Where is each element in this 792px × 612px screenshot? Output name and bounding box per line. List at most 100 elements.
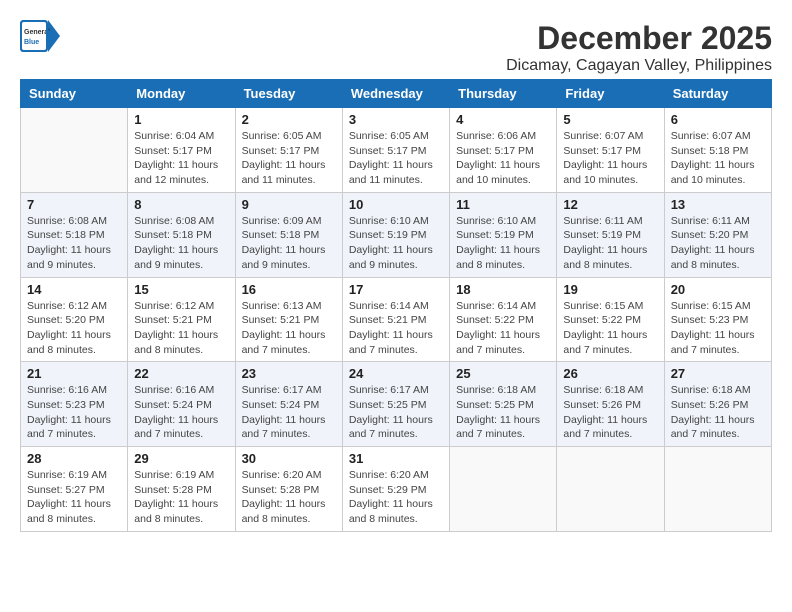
- day-info: Sunrise: 6:16 AMSunset: 5:24 PMDaylight:…: [134, 383, 228, 442]
- calendar-header-wednesday: Wednesday: [342, 80, 449, 108]
- day-number: 11: [456, 197, 550, 212]
- calendar-header-friday: Friday: [557, 80, 664, 108]
- calendar-cell: 4Sunrise: 6:06 AMSunset: 5:17 PMDaylight…: [450, 108, 557, 193]
- day-info: Sunrise: 6:09 AMSunset: 5:18 PMDaylight:…: [242, 214, 336, 273]
- calendar-cell: 26 Sunrise: 6:18 AMSunset: 5:26 PMDayligh…: [557, 362, 664, 447]
- day-number: 27: [671, 366, 765, 381]
- day-number: 12: [563, 197, 657, 212]
- calendar-header-sunday: Sunday: [21, 80, 128, 108]
- calendar-cell: 9 Sunrise: 6:09 AMSunset: 5:18 PMDaylight…: [235, 192, 342, 277]
- day-info: Sunrise: 6:20 AMSunset: 5:28 PMDaylight:…: [242, 468, 336, 527]
- day-info: Sunrise: 6:20 AMSunset: 5:29 PMDaylight:…: [349, 468, 443, 527]
- day-number: 6: [671, 112, 765, 127]
- day-number: 5: [563, 112, 657, 127]
- day-number: 20: [671, 282, 765, 297]
- month-title: December 2025: [506, 20, 772, 57]
- day-info: Sunrise: 6:13 AMSunset: 5:21 PMDaylight:…: [242, 299, 336, 358]
- day-number: 1: [134, 112, 228, 127]
- calendar-cell: 25 Sunrise: 6:18 AMSunset: 5:25 PMDayligh…: [450, 362, 557, 447]
- calendar-cell: 12 Sunrise: 6:11 AMSunset: 5:19 PMDayligh…: [557, 192, 664, 277]
- day-info: Sunrise: 6:05 AMSunset: 5:17 PMDaylight:…: [242, 129, 336, 188]
- day-number: 23: [242, 366, 336, 381]
- day-info: Sunrise: 6:15 AMSunset: 5:22 PMDaylight:…: [563, 299, 657, 358]
- calendar-cell: 19 Sunrise: 6:15 AMSunset: 5:22 PMDayligh…: [557, 277, 664, 362]
- calendar-header-saturday: Saturday: [664, 80, 771, 108]
- title-area: December 2025 Dicamay, Cagayan Valley, P…: [506, 20, 772, 75]
- day-number: 31: [349, 451, 443, 466]
- day-number: 10: [349, 197, 443, 212]
- day-number: 26: [563, 366, 657, 381]
- day-info: Sunrise: 6:17 AMSunset: 5:24 PMDaylight:…: [242, 383, 336, 442]
- day-info: Sunrise: 6:10 AMSunset: 5:19 PMDaylight:…: [349, 214, 443, 273]
- calendar-cell: 8 Sunrise: 6:08 AMSunset: 5:18 PMDaylight…: [128, 192, 235, 277]
- calendar-cell: 17Sunrise: 6:14 AMSunset: 5:21 PMDayligh…: [342, 277, 449, 362]
- day-info: Sunrise: 6:19 AMSunset: 5:27 PMDaylight:…: [27, 468, 121, 527]
- calendar-cell: 14 Sunrise: 6:12 AMSunset: 5:20 PMDayligh…: [21, 277, 128, 362]
- calendar-cell: [557, 447, 664, 532]
- day-info: Sunrise: 6:12 AMSunset: 5:21 PMDaylight:…: [134, 299, 228, 358]
- calendar-cell: 22 Sunrise: 6:16 AMSunset: 5:24 PMDayligh…: [128, 362, 235, 447]
- day-info: Sunrise: 6:15 AMSunset: 5:23 PMDaylight:…: [671, 299, 765, 358]
- day-info: Sunrise: 6:06 AMSunset: 5:17 PMDaylight:…: [456, 129, 550, 188]
- day-info: Sunrise: 6:07 AMSunset: 5:18 PMDaylight:…: [671, 129, 765, 188]
- day-number: 8: [134, 197, 228, 212]
- calendar-cell: 6 Sunrise: 6:07 AMSunset: 5:18 PMDaylight…: [664, 108, 771, 193]
- calendar-week-4: 21Sunrise: 6:16 AMSunset: 5:23 PMDayligh…: [21, 362, 772, 447]
- calendar-cell: 30 Sunrise: 6:20 AMSunset: 5:28 PMDayligh…: [235, 447, 342, 532]
- day-info: Sunrise: 6:17 AMSunset: 5:25 PMDaylight:…: [349, 383, 443, 442]
- day-info: Sunrise: 6:16 AMSunset: 5:23 PMDaylight:…: [27, 383, 121, 442]
- calendar-cell: 7 Sunrise: 6:08 AMSunset: 5:18 PMDaylight…: [21, 192, 128, 277]
- day-number: 16: [242, 282, 336, 297]
- calendar-cell: 11Sunrise: 6:10 AMSunset: 5:19 PMDayligh…: [450, 192, 557, 277]
- calendar-cell: 18 Sunrise: 6:14 AMSunset: 5:22 PMDayligh…: [450, 277, 557, 362]
- day-info: Sunrise: 6:08 AMSunset: 5:18 PMDaylight:…: [27, 214, 121, 273]
- calendar-header-monday: Monday: [128, 80, 235, 108]
- calendar-cell: 15 Sunrise: 6:12 AMSunset: 5:21 PMDayligh…: [128, 277, 235, 362]
- day-number: 3: [349, 112, 443, 127]
- day-number: 25: [456, 366, 550, 381]
- day-info: Sunrise: 6:12 AMSunset: 5:20 PMDaylight:…: [27, 299, 121, 358]
- calendar-cell: 1 Sunrise: 6:04 AMSunset: 5:17 PMDaylight…: [128, 108, 235, 193]
- calendar-cell: 29 Sunrise: 6:19 AMSunset: 5:28 PMDayligh…: [128, 447, 235, 532]
- calendar-cell: 5 Sunrise: 6:07 AMSunset: 5:17 PMDaylight…: [557, 108, 664, 193]
- calendar-week-5: 28 Sunrise: 6:19 AMSunset: 5:27 PMDayligh…: [21, 447, 772, 532]
- calendar-week-2: 7 Sunrise: 6:08 AMSunset: 5:18 PMDaylight…: [21, 192, 772, 277]
- day-info: Sunrise: 6:05 AMSunset: 5:17 PMDaylight:…: [349, 129, 443, 188]
- day-number: 2: [242, 112, 336, 127]
- calendar-cell: [450, 447, 557, 532]
- calendar-cell: 16 Sunrise: 6:13 AMSunset: 5:21 PMDayligh…: [235, 277, 342, 362]
- calendar-header-thursday: Thursday: [450, 80, 557, 108]
- day-info: Sunrise: 6:19 AMSunset: 5:28 PMDaylight:…: [134, 468, 228, 527]
- day-info: Sunrise: 6:18 AMSunset: 5:25 PMDaylight:…: [456, 383, 550, 442]
- calendar: SundayMondayTuesdayWednesdayThursdayFrid…: [20, 79, 772, 532]
- calendar-cell: 21Sunrise: 6:16 AMSunset: 5:23 PMDayligh…: [21, 362, 128, 447]
- day-number: 14: [27, 282, 121, 297]
- day-number: 9: [242, 197, 336, 212]
- calendar-cell: 2 Sunrise: 6:05 AMSunset: 5:17 PMDaylight…: [235, 108, 342, 193]
- calendar-cell: 27Sunrise: 6:18 AMSunset: 5:26 PMDayligh…: [664, 362, 771, 447]
- day-info: Sunrise: 6:14 AMSunset: 5:22 PMDaylight:…: [456, 299, 550, 358]
- day-info: Sunrise: 6:08 AMSunset: 5:18 PMDaylight:…: [134, 214, 228, 273]
- day-number: 15: [134, 282, 228, 297]
- day-number: 19: [563, 282, 657, 297]
- day-number: 30: [242, 451, 336, 466]
- calendar-header-tuesday: Tuesday: [235, 80, 342, 108]
- day-number: 17: [349, 282, 443, 297]
- day-info: Sunrise: 6:07 AMSunset: 5:17 PMDaylight:…: [563, 129, 657, 188]
- day-info: Sunrise: 6:04 AMSunset: 5:17 PMDaylight:…: [134, 129, 228, 188]
- day-number: 24: [349, 366, 443, 381]
- day-info: Sunrise: 6:11 AMSunset: 5:20 PMDaylight:…: [671, 214, 765, 273]
- day-number: 7: [27, 197, 121, 212]
- day-number: 29: [134, 451, 228, 466]
- day-number: 22: [134, 366, 228, 381]
- day-number: 13: [671, 197, 765, 212]
- calendar-cell: [664, 447, 771, 532]
- svg-text:Blue: Blue: [24, 39, 39, 46]
- day-info: Sunrise: 6:11 AMSunset: 5:19 PMDaylight:…: [563, 214, 657, 273]
- subtitle: Dicamay, Cagayan Valley, Philippines: [506, 57, 772, 75]
- day-number: 28: [27, 451, 121, 466]
- calendar-cell: 23 Sunrise: 6:17 AMSunset: 5:24 PMDayligh…: [235, 362, 342, 447]
- day-number: 18: [456, 282, 550, 297]
- calendar-cell: 20 Sunrise: 6:15 AMSunset: 5:23 PMDayligh…: [664, 277, 771, 362]
- day-info: Sunrise: 6:18 AMSunset: 5:26 PMDaylight:…: [563, 383, 657, 442]
